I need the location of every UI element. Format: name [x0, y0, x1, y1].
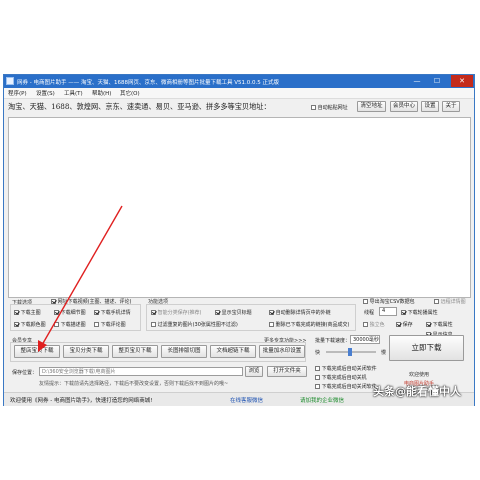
app-window: 网券 - 电商图片助手 —— 淘宝、天猫、1688网页、京东、微商相册等图片批量… [3, 74, 475, 406]
download-color-image-option[interactable]: 下载颜色图 [14, 321, 46, 328]
speed-slider-thumb[interactable] [348, 348, 352, 356]
whole-page-download-button[interactable]: 整页宝贝下载 [112, 345, 158, 358]
remove-links-checkbox[interactable] [269, 310, 274, 315]
speed-fast-label: 快 [315, 350, 321, 356]
download-review-image-checkbox[interactable] [94, 322, 99, 327]
after-shutdown-checkbox[interactable] [315, 375, 320, 380]
status-welcome: 欢迎使用《网券 - 电商图片助手》，快速打造您的网络商城! [10, 398, 153, 404]
download-main-image-option[interactable]: 下载主图 [14, 309, 41, 316]
open-folder-button[interactable]: 打开文件夹 [267, 366, 307, 377]
menu-help[interactable]: 帮助(H) [92, 89, 111, 97]
export-csv-option[interactable]: 导出淘宝CSV数据包 [363, 298, 415, 305]
download-mobile-detail-checkbox[interactable] [94, 310, 99, 315]
speed-slider[interactable] [326, 348, 376, 356]
download-attr-option[interactable]: 下载属性 [426, 321, 453, 328]
online-service-link[interactable]: 在线客服微信 [230, 396, 263, 404]
delete-done-links-option[interactable]: 删除已下载完成的链接(商品成交) [269, 321, 350, 328]
filter-duplicate-checkbox[interactable] [151, 322, 156, 327]
window-title: 网券 - 电商图片助手 —— 淘宝、天猫、1688网页、京东、微商相册等图片批量… [17, 80, 279, 86]
filter-duplicate-option[interactable]: 过滤重复的图片(30张属性图不过滤) [151, 321, 238, 328]
menu-bar: 程序(P) 设置(S) 工具(T) 帮助(H) 其它(O) [4, 88, 474, 99]
doc-link-download-button[interactable]: 文档超链下载 [210, 345, 256, 358]
threads-label: 线程 [364, 310, 375, 316]
close-button[interactable]: ✕ [451, 75, 473, 87]
single-color-checkbox[interactable] [363, 322, 368, 327]
save-format-checkbox[interactable] [396, 322, 401, 327]
speed-label: 批量下载速度： [315, 338, 351, 344]
welcome-text: 欢迎使用 [409, 372, 430, 378]
export-csv-checkbox[interactable] [363, 299, 368, 304]
whole-shop-download-button[interactable]: 整店宝贝下载 [14, 345, 60, 358]
show-title-option[interactable]: 显示宝贝标题 [215, 309, 252, 316]
menu-settings[interactable]: 设置(S) [36, 89, 55, 97]
auto-paste-checkbox[interactable] [311, 105, 316, 110]
after-close-software-option[interactable]: 下载完成后自动关闭软件 [315, 365, 377, 372]
watermark-text: 头条@能看懂中人 [373, 385, 461, 398]
smart-save-checkbox[interactable] [151, 310, 156, 315]
long-image-cut-button[interactable]: 长图排版切图 [161, 345, 207, 358]
download-desc-image-option[interactable]: 下载描述图 [54, 321, 86, 328]
url-label: 淘宝、天猫、1688、敦煌网、京东、速卖通、易贝、亚马逊、拼多多等宝贝地址： [8, 102, 271, 111]
clear-address-button[interactable]: 清空地址 [357, 101, 386, 112]
download-color-image-checkbox[interactable] [14, 322, 19, 327]
about-button[interactable]: 关于 [442, 101, 460, 112]
speed-slow-label: 慢 [381, 350, 387, 356]
save-format-option[interactable]: 保存 [396, 321, 413, 328]
download-detail-image-option[interactable]: 下载细节图 [54, 309, 86, 316]
single-color-option[interactable]: 独立色 [363, 321, 385, 328]
download-desc-image-checkbox[interactable] [54, 322, 59, 327]
download-mobile-detail-option[interactable]: 下载手机详情 [94, 309, 131, 316]
download-video-option[interactable]: 网址下载视频(主图、描述、评论) [51, 298, 132, 305]
batch-watermark-button[interactable]: 批量加水印设置 [259, 345, 305, 358]
category-download-button[interactable]: 宝贝分类下载 [63, 345, 109, 358]
delete-done-links-checkbox[interactable] [269, 322, 274, 327]
enterprise-wechat-link[interactable]: 请加我的企业微信 [300, 396, 344, 404]
maximize-button[interactable]: ☐ [428, 75, 446, 87]
after-close-software-2-option[interactable]: 下载完成后自动关闭软件 [315, 383, 377, 390]
threads-select[interactable]: 4 [379, 307, 397, 316]
smart-save-option[interactable]: 智能分类保存(推荐) [151, 309, 202, 316]
settings-button[interactable]: 设置 [421, 101, 439, 112]
minimize-button[interactable]: — [408, 75, 426, 87]
remote-detail-checkbox[interactable] [434, 299, 439, 304]
menu-program[interactable]: 程序(P) [8, 89, 27, 97]
after-shutdown-option[interactable]: 下载完成后自动关机 [315, 374, 367, 381]
after-close-software-checkbox[interactable] [315, 366, 320, 371]
menu-other[interactable]: 其它(O) [120, 89, 140, 97]
remote-detail-option[interactable]: 远程详情图 [434, 298, 466, 305]
auto-paste-option[interactable]: 自动粘贴网址 [311, 104, 348, 111]
download-detail-image-checkbox[interactable] [54, 310, 59, 315]
url-input-area[interactable] [8, 117, 471, 298]
download-carousel-checkbox[interactable] [401, 310, 406, 315]
show-title-checkbox[interactable] [215, 310, 220, 315]
save-tip: 友情提示：下载前请先选择路径，下载后不要改变设置，否则下载后找不到图片的哦~ [39, 381, 229, 387]
browse-button[interactable]: 浏览 [245, 366, 263, 377]
download-review-image-option[interactable]: 下载评论图 [94, 321, 126, 328]
download-attr-checkbox[interactable] [426, 322, 431, 327]
remove-links-option[interactable]: 自动删除详情页中的外链 [269, 309, 331, 316]
title-bar: 网券 - 电商图片助手 —— 淘宝、天猫、1688网页、京东、微商相册等图片批量… [4, 75, 474, 88]
save-location-label: 保存位置： [12, 370, 38, 376]
download-carousel-option[interactable]: 下载轮播属性 [401, 309, 438, 316]
after-close-software-2-checkbox[interactable] [315, 384, 320, 389]
download-main-image-checkbox[interactable] [14, 310, 19, 315]
menu-tools[interactable]: 工具(T) [64, 89, 83, 97]
app-icon [6, 77, 14, 85]
start-download-button[interactable]: 立即下载 [389, 335, 464, 361]
speed-input[interactable]: 30000毫秒 [350, 335, 380, 344]
url-row: 淘宝、天猫、1688、敦煌网、京东、速卖通、易贝、亚马逊、拼多多等宝贝地址： 自… [4, 99, 474, 114]
download-video-checkbox[interactable] [51, 299, 56, 304]
member-center-button[interactable]: 会员中心 [390, 101, 418, 112]
save-path-input[interactable]: D:\360安全浏览器下载\电商图片 [39, 367, 243, 376]
